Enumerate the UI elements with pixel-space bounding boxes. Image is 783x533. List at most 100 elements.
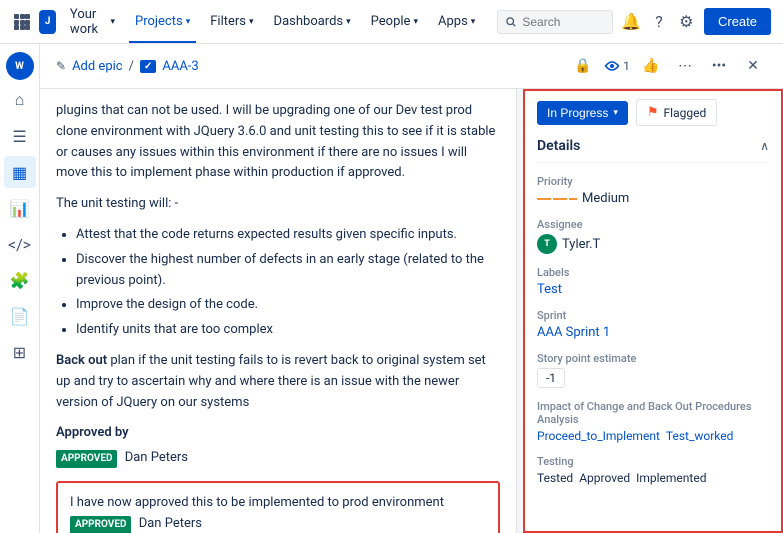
list-item: Improve the design of the code. bbox=[76, 295, 500, 316]
notifications-icon[interactable]: 🔔 bbox=[621, 8, 641, 36]
testing-tag-3: Implemented bbox=[636, 471, 706, 485]
sidebar-icon-home[interactable]: ⌂ bbox=[4, 84, 36, 116]
nav-filters[interactable]: Filters ▾ bbox=[204, 14, 259, 29]
priority-text: Medium bbox=[582, 191, 629, 206]
sidebar-icon-list[interactable]: ☰ bbox=[4, 120, 36, 152]
chevron-down-icon: ▾ bbox=[186, 17, 191, 27]
approved-by-row: APPROVED Dan Peters bbox=[56, 448, 500, 469]
sprint-label: Sprint bbox=[537, 309, 769, 322]
highlight-text: I have now approved this to be implement… bbox=[70, 495, 444, 510]
priority-icon bbox=[537, 198, 577, 200]
sidebar-icon-code[interactable]: </> bbox=[4, 228, 36, 260]
eye-icon bbox=[604, 60, 620, 72]
jira-badge: ✓ bbox=[140, 60, 156, 73]
assignee-value: T Tyler.T bbox=[537, 234, 769, 254]
sidebar-icon-board[interactable]: ▦ bbox=[4, 156, 36, 188]
story-point-value: -1 bbox=[537, 368, 769, 388]
sprint-row: Sprint AAA Sprint 1 bbox=[537, 309, 769, 340]
pencil-icon: ✎ bbox=[56, 59, 66, 73]
create-button[interactable]: Create bbox=[704, 8, 771, 35]
sprint-value[interactable]: AAA Sprint 1 bbox=[537, 325, 769, 340]
back-out-text: plan if the unit testing fails to is rev… bbox=[56, 353, 486, 410]
right-panel: In Progress ▾ ⚑ Flagged Details ∧ Priori… bbox=[523, 89, 783, 533]
list-item: Discover the highest number of defects i… bbox=[76, 250, 500, 292]
lock-icon[interactable]: 🔒 bbox=[569, 52, 597, 80]
watch-count: 1 bbox=[623, 59, 630, 73]
chevron-down-icon: ▾ bbox=[613, 107, 618, 118]
impact-link-2[interactable]: Test_worked bbox=[666, 429, 734, 443]
labels-value[interactable]: Test bbox=[537, 282, 769, 297]
labels-row: Labels Test bbox=[537, 266, 769, 297]
help-icon[interactable]: ? bbox=[649, 8, 668, 36]
breadcrumb: ✎ Add epic / ✓ AAA-3 bbox=[56, 59, 199, 74]
chevron-down-icon: ▾ bbox=[346, 17, 351, 27]
flagged-button[interactable]: ⚑ Flagged bbox=[636, 99, 717, 126]
impact-links: Proceed_to_Implement Test_worked bbox=[537, 429, 769, 443]
search-box[interactable] bbox=[497, 10, 613, 34]
details-title: Details bbox=[537, 138, 580, 154]
grid-icon[interactable] bbox=[12, 8, 31, 36]
top-nav: J Your work ▾ Projects ▾ Filters ▾ Dashb… bbox=[0, 0, 783, 44]
priority-value: Medium bbox=[537, 191, 769, 206]
chevron-down-icon: ▾ bbox=[249, 17, 254, 27]
nav-dashboards[interactable]: Dashboards ▾ bbox=[268, 14, 357, 29]
left-sidebar: W ⌂ ☰ ▦ 📊 </> 🧩 📄 ⊞ bbox=[0, 44, 40, 533]
nav-projects[interactable]: Projects ▾ bbox=[129, 0, 196, 43]
assignee-row: Assignee T Tyler.T bbox=[537, 218, 769, 254]
back-out-section: Back out plan if the unit testing fails … bbox=[56, 351, 500, 413]
sidebar-icon-puzzle[interactable]: 🧩 bbox=[4, 264, 36, 296]
story-point-box: -1 bbox=[537, 368, 565, 388]
close-icon[interactable]: ✕ bbox=[739, 52, 767, 80]
testing-tags: Tested Approved Implemented bbox=[537, 471, 769, 485]
main-content: ✎ Add epic / ✓ AAA-3 🔒 1 👍 ⋯ ••• ✕ bbox=[40, 44, 783, 533]
chevron-down-icon: ▾ bbox=[111, 17, 116, 27]
impact-link-1[interactable]: Proceed_to_Implement bbox=[537, 429, 660, 443]
app-body: W ⌂ ☰ ▦ 📊 </> 🧩 📄 ⊞ ✎ Add epic / ✓ AAA-3… bbox=[0, 44, 783, 533]
left-panel: plugins that can not be used. I will be … bbox=[40, 89, 517, 533]
testing-label: Testing bbox=[537, 455, 769, 468]
back-out-label: Back out bbox=[56, 353, 107, 368]
highlight-approved-name: Dan Peters bbox=[139, 516, 202, 531]
avatar[interactable]: W bbox=[6, 52, 34, 80]
highlight-approved-badge: APPROVED bbox=[70, 516, 131, 533]
nav-people[interactable]: People ▾ bbox=[365, 14, 424, 29]
unit-testing-list: Attest that the code returns expected re… bbox=[76, 225, 500, 341]
chevron-down-icon: ▾ bbox=[471, 17, 476, 27]
testing-row: Testing Tested Approved Implemented bbox=[537, 455, 769, 485]
assignee-label: Assignee bbox=[537, 218, 769, 231]
status-button[interactable]: In Progress ▾ bbox=[537, 101, 628, 125]
approved-by-label: Approved by bbox=[56, 423, 500, 444]
flagged-label: Flagged bbox=[664, 106, 707, 120]
approved-badge: APPROVED bbox=[56, 450, 117, 468]
settings-icon[interactable]: ⚙ bbox=[677, 8, 696, 36]
chevron-down-icon: ▾ bbox=[413, 17, 418, 27]
sidebar-icon-components[interactable]: ⊞ bbox=[4, 336, 36, 368]
chevron-up-icon[interactable]: ∧ bbox=[760, 139, 769, 153]
watch-icon[interactable]: 1 bbox=[603, 52, 631, 80]
priority-label: Priority bbox=[537, 175, 769, 188]
description-paragraph: plugins that can not be used. I will be … bbox=[56, 101, 500, 184]
list-item: Attest that the code returns expected re… bbox=[76, 225, 500, 246]
sidebar-icon-chart[interactable]: 📊 bbox=[4, 192, 36, 224]
nav-apps[interactable]: Apps ▾ bbox=[432, 14, 481, 29]
testing-tag-2: Approved bbox=[579, 471, 630, 485]
thumbsup-icon[interactable]: 👍 bbox=[637, 52, 665, 80]
assignee-name: Tyler.T bbox=[562, 237, 600, 252]
priority-row: Priority Medium bbox=[537, 175, 769, 206]
approved-name: Dan Peters bbox=[125, 450, 188, 465]
nav-your-work[interactable]: Your work ▾ bbox=[64, 7, 121, 37]
more-icon[interactable]: ••• bbox=[705, 52, 733, 80]
search-input[interactable] bbox=[522, 15, 604, 29]
share-icon[interactable]: ⋯ bbox=[671, 52, 699, 80]
list-item: Identify units that are too complex bbox=[76, 320, 500, 341]
breadcrumb-issue-key[interactable]: AAA-3 bbox=[162, 59, 198, 74]
testing-tag-1: Tested bbox=[537, 471, 573, 485]
impact-label: Impact of Change and Back Out Procedures… bbox=[537, 400, 769, 426]
unit-testing-title: The unit testing will: - bbox=[56, 194, 500, 215]
highlight-box: I have now approved this to be implement… bbox=[56, 481, 500, 533]
story-point-row: Story point estimate -1 bbox=[537, 352, 769, 388]
sidebar-icon-pages[interactable]: 📄 bbox=[4, 300, 36, 332]
app-logo: J bbox=[39, 10, 56, 34]
assignee-avatar: T bbox=[537, 234, 557, 254]
breadcrumb-add-epic[interactable]: Add epic bbox=[72, 59, 123, 74]
